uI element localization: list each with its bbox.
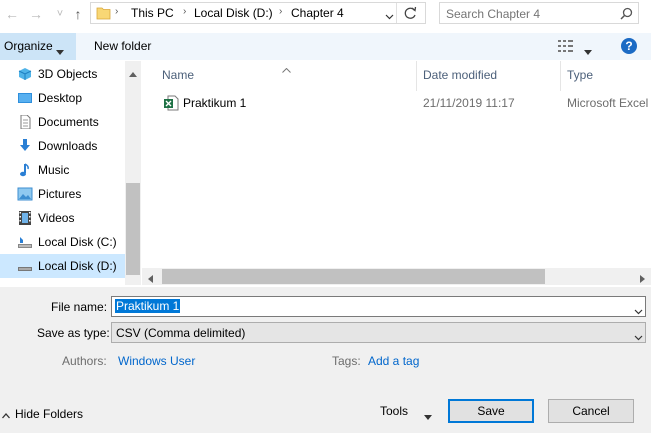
scroll-up-icon[interactable] <box>129 66 137 80</box>
file-name: Praktikum 1 <box>183 96 247 110</box>
documents-icon <box>17 114 33 130</box>
recent-locations-button[interactable]: ˅ <box>51 4 69 24</box>
up-button[interactable]: ↑ <box>69 4 87 24</box>
column-header-date-modified[interactable]: Date modified <box>423 68 497 82</box>
scrollbar-thumb[interactable] <box>162 269 545 284</box>
organize-button[interactable]: Organize <box>0 33 76 60</box>
breadcrumb-chapter-4[interactable]: Chapter 4 <box>291 6 344 20</box>
downloads-icon <box>17 139 33 153</box>
sidebar-item-label: Videos <box>38 211 75 225</box>
sidebar-item-3d-objects[interactable]: 3D Objects <box>0 62 125 86</box>
column-divider[interactable] <box>416 61 417 91</box>
sidebar-item-label: Local Disk (C:) <box>38 235 117 249</box>
search-input[interactable] <box>444 5 616 23</box>
forward-button[interactable]: → <box>27 4 45 24</box>
back-button[interactable]: ← <box>3 4 21 24</box>
breadcrumb-local-disk-d[interactable]: Local Disk (D:) <box>194 6 273 20</box>
hide-folders-toggle[interactable]: Hide Folders <box>0 404 90 424</box>
help-icon[interactable]: ? <box>621 38 637 54</box>
desktop-icon <box>17 91 33 105</box>
pictures-icon <box>17 187 33 201</box>
address-bar[interactable]: › This PC › Local Disk (D:) › Chapter 4 <box>90 2 426 24</box>
sidebar-item-label: Local Disk (D:) <box>38 259 117 273</box>
organize-label: Organize <box>4 39 53 53</box>
drive-icon <box>17 235 33 249</box>
file-name-field[interactable]: Praktikum 1 <box>111 296 646 317</box>
sidebar-item-label: Desktop <box>38 91 83 105</box>
sidebar-item-label: 3D Objects <box>38 67 98 81</box>
chevron-right-icon: › <box>115 6 119 17</box>
file-row[interactable]: Praktikum 1 21/11/2019 11:17 Microsoft E… <box>160 92 651 114</box>
breadcrumb-this-pc[interactable]: This PC <box>131 6 174 20</box>
save-button[interactable]: Save <box>448 399 534 423</box>
file-type: Microsoft Excel <box>567 96 649 110</box>
sidebar-item-label: Music <box>38 163 70 177</box>
chevron-right-icon: › <box>279 6 283 17</box>
save-type-select[interactable]: CSV (Comma delimited) <box>111 322 646 343</box>
view-options-icon[interactable] <box>558 40 574 55</box>
authors-link[interactable]: Windows User <box>118 354 195 368</box>
file-name-label: File name: <box>51 300 108 314</box>
videos-icon <box>17 211 33 225</box>
column-header-name[interactable]: Name <box>162 68 194 82</box>
sidebar-item-pictures[interactable]: Pictures <box>0 182 125 206</box>
file-name-input[interactable]: Praktikum 1 <box>115 299 181 313</box>
sidebar-item-videos[interactable]: Videos <box>0 206 125 230</box>
chevron-down-icon[interactable] <box>385 9 394 23</box>
tools-label: Tools <box>380 404 409 418</box>
save-type-value: CSV (Comma delimited) <box>116 326 246 340</box>
chevron-up-icon <box>2 408 10 422</box>
music-icon <box>17 163 33 177</box>
sidebar-item-label: Downloads <box>38 139 98 153</box>
sort-ascending-icon <box>282 62 291 76</box>
search-box[interactable] <box>439 2 639 24</box>
view-dropdown-icon[interactable] <box>584 44 592 58</box>
sidebar-item-music[interactable]: Music <box>0 158 125 182</box>
hide-folders-label: Hide Folders <box>15 407 84 421</box>
chevron-down-icon[interactable] <box>634 304 643 318</box>
folder-icon <box>96 6 111 20</box>
sidebar-item-label: Pictures <box>38 187 82 201</box>
chevron-down-icon <box>634 330 643 344</box>
sidebar-item-local-disk-c[interactable]: Local Disk (C:) <box>0 230 125 254</box>
authors-label: Authors: <box>62 354 107 368</box>
scrollbar-thumb[interactable] <box>126 183 140 275</box>
divider <box>396 3 397 23</box>
scroll-right-icon[interactable] <box>640 272 645 286</box>
tools-button[interactable]: Tools <box>372 400 436 422</box>
tags-label: Tags: <box>332 354 361 368</box>
chevron-down-icon <box>424 409 432 423</box>
save-type-label: Save as type: <box>37 326 110 340</box>
drive-icon <box>17 259 33 273</box>
cancel-button[interactable]: Cancel <box>548 399 634 423</box>
chevron-right-icon: › <box>183 6 187 17</box>
sidebar-item-downloads[interactable]: Downloads <box>0 134 125 158</box>
file-date: 21/11/2019 11:17 <box>423 96 515 110</box>
sidebar-item-desktop[interactable]: Desktop <box>0 86 125 110</box>
3d-objects-icon <box>17 67 33 81</box>
scroll-left-icon[interactable] <box>148 272 153 286</box>
search-icon[interactable] <box>620 7 633 23</box>
add-tag-link[interactable]: Add a tag <box>368 354 419 368</box>
refresh-icon[interactable] <box>404 6 417 23</box>
chevron-down-icon <box>56 44 64 58</box>
column-divider[interactable] <box>560 61 561 91</box>
sidebar-item-documents[interactable]: Documents <box>0 110 125 134</box>
excel-file-icon <box>163 95 179 114</box>
sidebar-item-local-disk-d[interactable]: Local Disk (D:) <box>0 254 125 278</box>
column-header-type[interactable]: Type <box>567 68 593 82</box>
command-bar: Organize New folder ? <box>0 33 651 60</box>
new-folder-button[interactable]: New folder <box>94 39 151 53</box>
sidebar-item-label: Documents <box>38 115 99 129</box>
